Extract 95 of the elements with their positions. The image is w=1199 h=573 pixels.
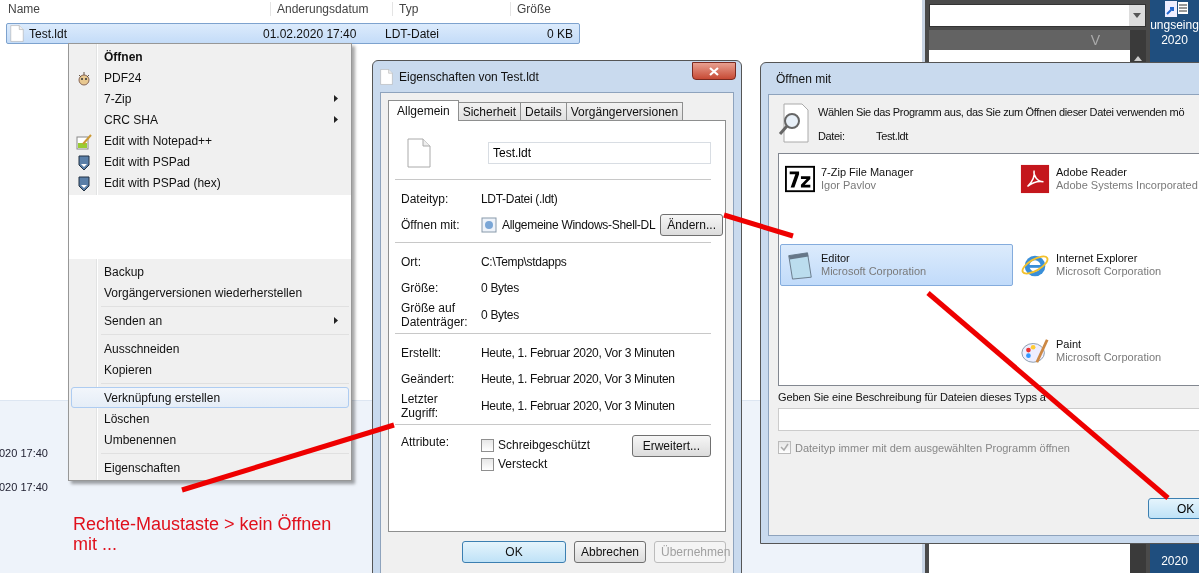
menu-item[interactable]: PDF24 [71,67,349,88]
file-date: 01.02.2020 17:40 [263,26,358,41]
close-icon [709,66,719,76]
menu-item[interactable]: Edit with PSPad [71,151,349,172]
window-title: Eigenschaften von Test.ldt [399,69,539,84]
annotation-text: Rechte-Maustaste > kein Öffnen mit ... [73,514,333,554]
palette-icon [1020,336,1050,366]
field-value: 0 Bytes [481,308,519,322]
name-field[interactable]: Test.ldt [488,142,711,164]
file-type: LDT-Datei [385,26,441,41]
field-label: Größe auf Datenträger: [401,301,469,329]
pennant-icon [76,155,92,171]
combo-box[interactable] [929,4,1146,27]
menu-item[interactable]: Ausschneiden [71,338,349,359]
checkbox-label: Versteckt [498,457,548,471]
description-field[interactable] [778,408,1199,431]
field-value: LDT-Datei (.ldt) [481,192,558,206]
field-label: Öffnen mit: [401,218,461,232]
submenu-arrow-icon [334,95,338,102]
tab[interactable]: Sicherheit [457,102,522,120]
title-file-icon [380,68,393,85]
checkbox-label: Dateityp immer mit dem ausgewählten Programm öffnen [795,441,1070,454]
file-icon [10,25,24,42]
field-label: Größe: [401,281,440,295]
column-header[interactable]: Anderungsdatum [270,2,392,16]
field-value: C:\Temp\stdapps [481,255,567,269]
menu-item[interactable]: Umbenennen [71,429,349,450]
field-label: Ort: [401,255,422,269]
field-value: Heute, 1. Februar 2020, Vor 3 Minuten [481,399,675,413]
app-icon [481,217,497,233]
change-button[interactable]: Ändern... [660,214,723,236]
menu-item[interactable]: Eigenschaften [71,457,349,478]
checkbox[interactable] [481,438,494,452]
checkbox[interactable] [481,457,494,471]
menu-item[interactable]: Edit with PSPad (hex) [71,172,349,193]
date-text: 020 17:40 [0,481,48,493]
advanced-button[interactable]: Erweitert... [631,435,711,457]
field-label: Dateityp: [401,192,450,206]
desktop-icon-label[interactable]: ungseing 2020 [1150,18,1199,48]
program-item[interactable]: Paint Microsoft Corporation [1015,330,1199,372]
notepad-icon [76,134,92,150]
field-label: Erstellt: [401,346,442,360]
dialog-button[interactable]: OK [462,541,566,563]
window-title: Öffnen mit [776,71,832,86]
menu-item[interactable]: Verknüpfung erstellen [71,387,349,408]
field-value: Allgemeine Windows-Shell-DL [502,218,656,232]
search-file-icon [778,103,810,143]
program-item[interactable]: Editor Microsoft Corporation [780,244,1013,286]
column-header[interactable]: Name [8,2,270,16]
menu-item[interactable]: Löschen [71,408,349,429]
caret-icon [1133,13,1141,18]
curl-logo-icon [1020,164,1050,194]
field-label: Geändert: [401,372,456,386]
pennant-icon [76,176,92,192]
field-value: Heute, 1. Februar 2020, Vor 3 Minuten [481,346,675,360]
column-header[interactable]: Größe [510,2,590,16]
field-label: Datei: [818,130,846,142]
menu-item[interactable]: Kopieren [71,359,349,380]
field-label: Letzter Zugriff: [401,392,440,420]
close-button[interactable] [692,62,736,80]
menu-item[interactable]: Öffnen [71,46,349,67]
dialog-button[interactable]: Abbrechen [574,541,646,563]
cartoon-icon [76,71,92,87]
menu-item[interactable]: 7-Zip [71,88,349,109]
notepad-icon [785,250,815,280]
tab[interactable]: Details [520,102,567,120]
menu-item[interactable]: Edit with Notepad++ [71,130,349,151]
menu-item[interactable]: Senden an [71,310,349,331]
description-label: Geben Sie eine Beschreibung für Dateien dieses Typs a [778,391,1046,403]
annotation-line [723,212,794,239]
archive-logo-icon [785,164,815,194]
column-header[interactable]: Typ [392,2,510,16]
submenu-arrow-icon [334,317,338,324]
program-item[interactable]: Adobe Reader Adobe Systems Incorporated [1015,158,1199,200]
file-row[interactable]: Test.ldt 01.02.2020 17:40 LDT-Datei 0 KB [6,23,580,44]
menu-item[interactable]: Backup [71,261,349,282]
field-value: 0 Bytes [481,281,519,295]
program-item[interactable]: 7-Zip File Manager Igor Pavlov [780,158,1013,200]
menu-item[interactable]: CRC SHA [71,109,349,130]
field-label: Attribute: [401,435,451,449]
menu-item[interactable]: Vorgängerversionen wiederherstellen [71,282,349,303]
desktop-icon-label[interactable]: 2020 [1161,554,1188,569]
field-value: Heute, 1. Februar 2020, Vor 3 Minuten [481,372,675,386]
instruction-text: Wählen Sie das Programm aus, das Sie zum Öffnen dieser Datei verwenden mö [818,106,1185,118]
date-text: 020 17:40 [0,447,48,459]
program-item[interactable]: Internet Explorer Microsoft Corporation [1015,244,1199,286]
document-icon [407,138,431,168]
file-size: 0 KB [546,26,574,41]
tab[interactable]: Allgemein [388,100,459,121]
submenu-arrow-icon [334,116,338,123]
file-name: Test.ldt [29,26,67,41]
ok-button[interactable]: OK [1148,498,1199,519]
tab[interactable]: Vorgängerversionen [565,102,684,120]
field-value: Test.ldt [876,130,910,142]
checkbox-label: Schreibgeschützt [498,438,591,452]
